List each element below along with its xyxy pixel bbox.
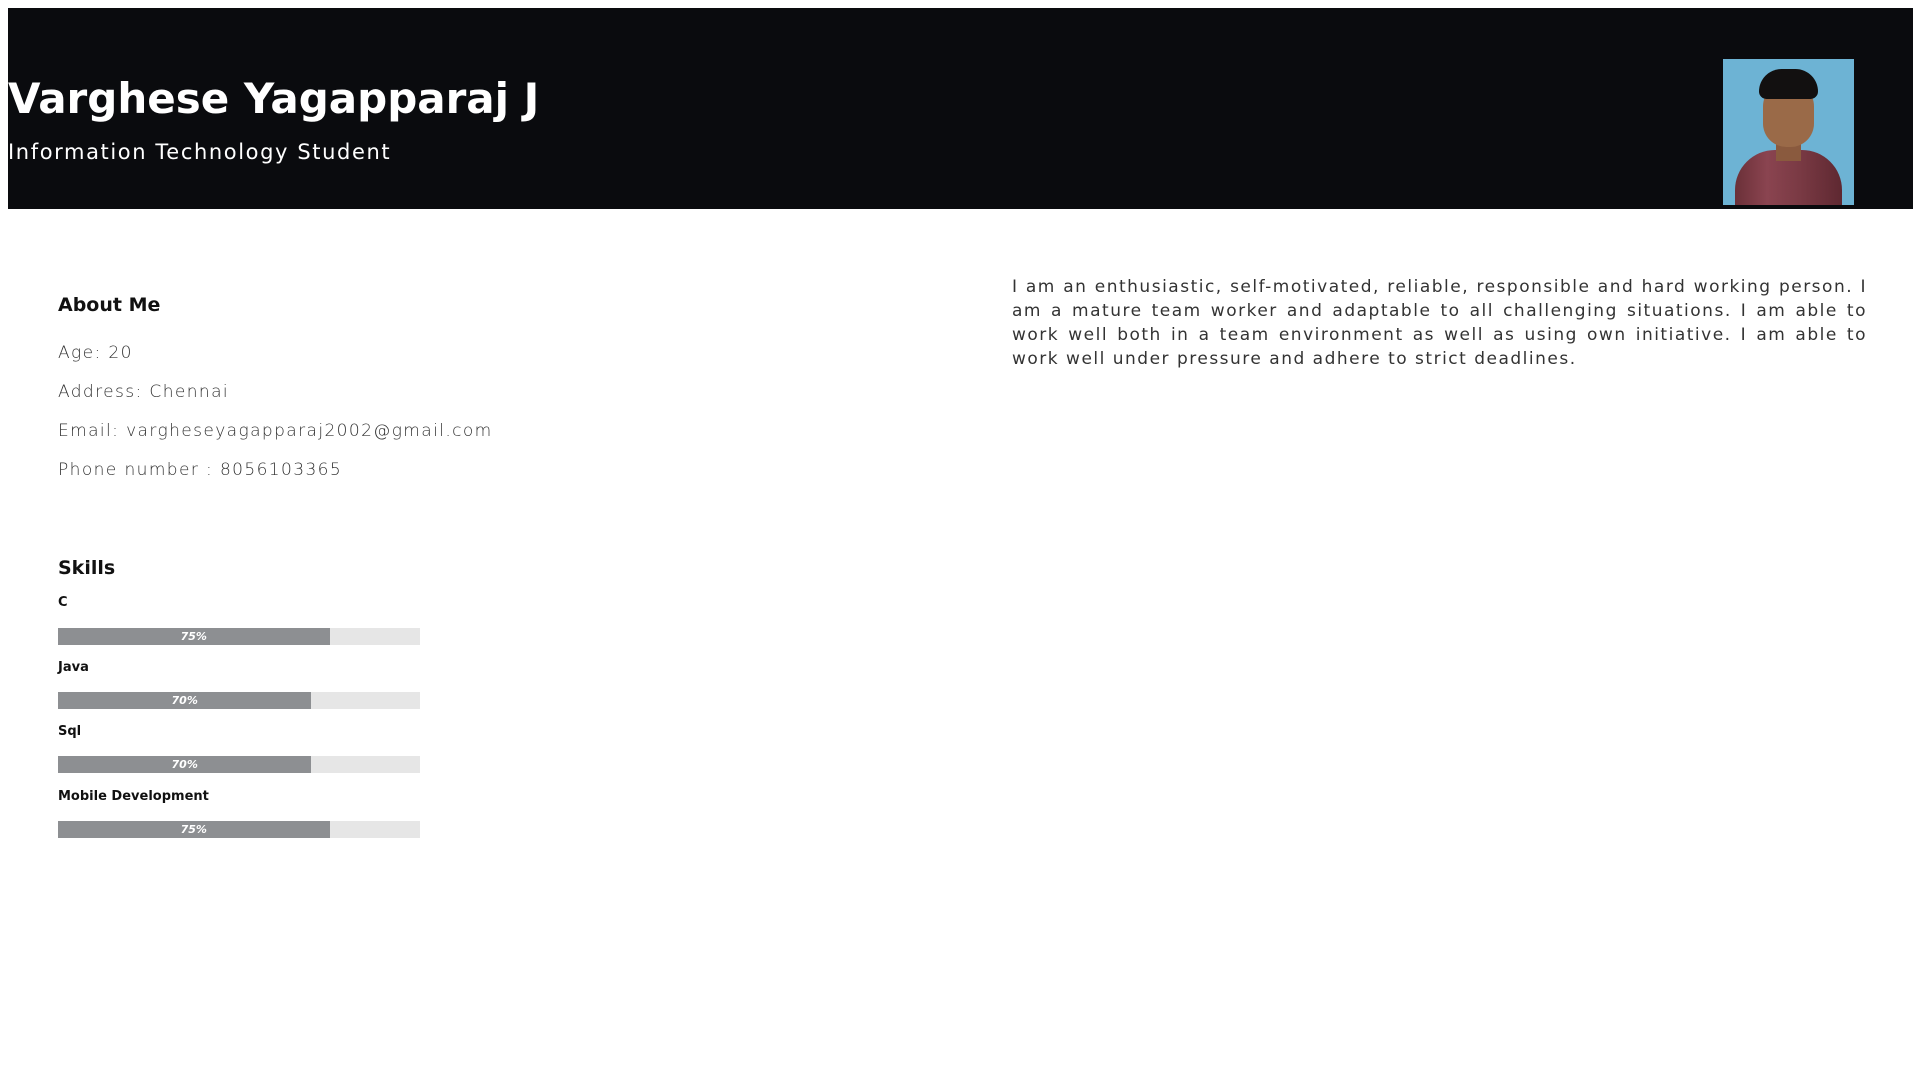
- about-address: Address: Chennai: [58, 382, 230, 402]
- skill-fill-sql: 70%: [58, 756, 312, 773]
- skill-fill-java: 70%: [58, 692, 312, 709]
- profile-name: Varghese Yagapparaj J: [8, 74, 540, 123]
- about-age: Age: 20: [58, 343, 133, 363]
- profile-role: Information Technology Student: [8, 140, 392, 164]
- bio-paragraph: I am an enthusiastic, self-motivated, re…: [1012, 277, 1867, 369]
- skill-fill-mobile-development: 75%: [58, 821, 330, 838]
- about-phone: Phone number : 8056103365: [58, 460, 343, 480]
- skill-bar-mobile-development: 75%: [58, 821, 420, 838]
- skill-bar-c: 75%: [58, 628, 420, 645]
- skill-fill-c: 75%: [58, 628, 330, 645]
- skills-title: Skills: [58, 557, 116, 579]
- about-email: Email: vargheseyagapparaj2002@gmail.com: [58, 421, 493, 441]
- skill-label-sql: Sql: [58, 724, 82, 739]
- skill-bar-sql: 70%: [58, 756, 420, 773]
- about-title: About Me: [58, 294, 161, 316]
- skill-label-c: C: [58, 595, 68, 610]
- header-banner: Varghese Yagapparaj J Information Techno…: [8, 8, 1913, 209]
- skill-bar-java: 70%: [58, 692, 420, 709]
- skill-label-java: Java: [58, 660, 89, 675]
- skill-label-mobile-development: Mobile Development: [58, 789, 209, 804]
- profile-photo: [1723, 59, 1854, 205]
